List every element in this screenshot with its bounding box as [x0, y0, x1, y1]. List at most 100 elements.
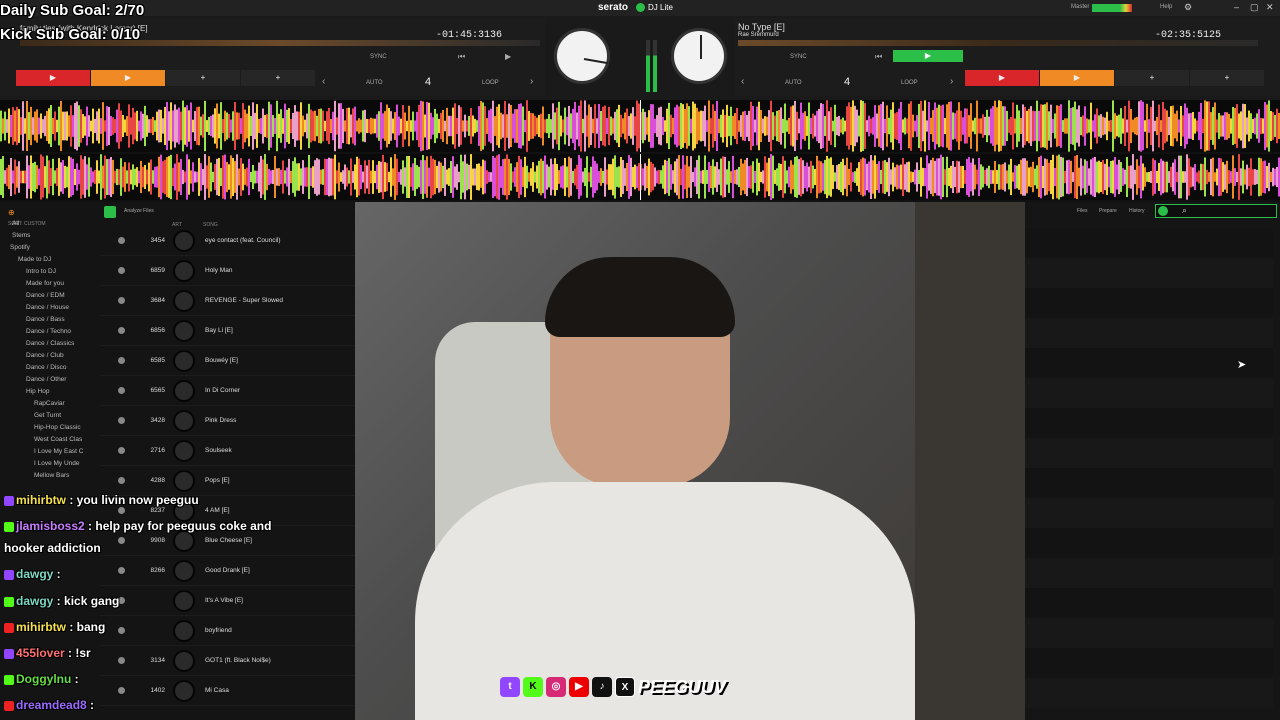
- crate-add-icon[interactable]: ⊕: [8, 208, 15, 217]
- crate-item[interactable]: West Coast Clas: [0, 434, 100, 446]
- crate-item[interactable]: Dance / EDM: [0, 290, 100, 302]
- deck-right-auto-button[interactable]: AUTO: [785, 80, 802, 86]
- waveform-bar: [580, 100, 582, 152]
- waveform-bar: [1264, 160, 1266, 194]
- deck-left-prev-icon[interactable]: ⏮: [458, 52, 465, 62]
- deck-right-loop-button[interactable]: LOOP: [901, 80, 918, 86]
- help-menu[interactable]: Help: [1160, 4, 1172, 10]
- waveform-bar: [1176, 171, 1178, 183]
- waveform-deck-right[interactable]: [0, 154, 1280, 200]
- waveform-bar: [226, 112, 228, 140]
- deck-left-loop-next-icon[interactable]: ›: [530, 76, 533, 87]
- deck-left-cue-pad[interactable]: ▶: [91, 70, 165, 86]
- maximize-icon[interactable]: ▢: [1250, 2, 1259, 13]
- deck-right-play-button[interactable]: ▶: [893, 50, 963, 62]
- table-row[interactable]: It's A Vibe [E]: [100, 586, 355, 616]
- deck-right-sync-button[interactable]: SYNC: [790, 54, 807, 60]
- waveform-bar: [406, 156, 408, 198]
- crate-item[interactable]: Hip-Hop Classic: [0, 422, 100, 434]
- crate-item[interactable]: Spotify: [0, 242, 100, 254]
- deck-right-prev-icon[interactable]: ⏮: [875, 52, 882, 62]
- crate-item[interactable]: All: [0, 218, 100, 230]
- tab-prepare[interactable]: Prepare: [1099, 208, 1117, 214]
- crate-item[interactable]: Dance / Disco: [0, 362, 100, 374]
- crate-item[interactable]: Dance / Club: [0, 350, 100, 362]
- deck-right-loop-prev-icon[interactable]: ‹: [741, 76, 744, 87]
- deck-left-auto-button[interactable]: AUTO: [366, 80, 383, 86]
- list-view-icon[interactable]: [104, 206, 116, 218]
- table-row[interactable]: 3428 Pink Dress: [100, 406, 355, 436]
- table-row[interactable]: 6856 Bay Li [E]: [100, 316, 355, 346]
- waveform-bar: [130, 117, 132, 135]
- waveform-bar: [774, 170, 776, 184]
- table-row[interactable]: 3684 REVENGE - Super Slowed: [100, 286, 355, 316]
- crate-item[interactable]: Hip Hop: [0, 386, 100, 398]
- deck-left-pad-3[interactable]: +: [166, 70, 240, 86]
- deck-right-play-pad[interactable]: ▶: [965, 70, 1039, 86]
- crate-item[interactable]: I Love My East C: [0, 446, 100, 458]
- crate-item[interactable]: Dance / Classics: [0, 338, 100, 350]
- waveform-deck-left[interactable]: [0, 100, 1280, 152]
- tab-files[interactable]: Files: [1077, 208, 1088, 214]
- waveform-bar: [832, 120, 834, 132]
- waveform-bar: [552, 164, 554, 190]
- waveform-bar: [664, 159, 666, 195]
- crate-item[interactable]: Made to DJ: [0, 254, 100, 266]
- crate-item[interactable]: Dance / Bass: [0, 314, 100, 326]
- waveform-bar: [686, 103, 688, 149]
- crate-item[interactable]: Made for you: [0, 278, 100, 290]
- tab-history[interactable]: History: [1129, 208, 1145, 214]
- waveform-bar: [1070, 160, 1072, 194]
- deck-right-overview[interactable]: [738, 40, 1258, 46]
- minimize-icon[interactable]: –: [1234, 2, 1239, 12]
- waveform-bar: [1006, 110, 1008, 142]
- table-row[interactable]: 1402 Mi Casa: [100, 676, 355, 706]
- crate-item[interactable]: RapCaviar: [0, 398, 100, 410]
- close-icon[interactable]: ✕: [1266, 2, 1274, 13]
- deck-right-jog-knob[interactable]: [671, 28, 727, 84]
- waveform-bar: [362, 110, 364, 142]
- deck-left-play-icon[interactable]: ▶: [505, 52, 511, 61]
- crate-item[interactable]: Get Turnt: [0, 410, 100, 422]
- table-row[interactable]: 3454 eye contact (feat. Council): [100, 226, 355, 256]
- crate-item[interactable]: Dance / House: [0, 302, 100, 314]
- waveform-bar: [978, 158, 980, 196]
- crate-item[interactable]: I Love My Unde: [0, 458, 100, 470]
- deck-left-play-pad[interactable]: ▶: [16, 70, 90, 86]
- crate-item[interactable]: Dance / Techno: [0, 326, 100, 338]
- table-row[interactable]: 3134 GOT1 (ft. Black Noi$e): [100, 646, 355, 676]
- deck-right-cue-pad[interactable]: ▶: [1040, 70, 1114, 86]
- deck-right-pad-4[interactable]: +: [1190, 70, 1264, 86]
- waveform-bar: [1056, 155, 1058, 199]
- analyze-files-button[interactable]: Analyze Files: [124, 208, 154, 214]
- table-row[interactable]: 2716 Soulseek: [100, 436, 355, 466]
- table-row[interactable]: 6565 In Di Corner: [100, 376, 355, 406]
- deck-left-jog-knob[interactable]: [554, 28, 610, 84]
- deck-left-sync-button[interactable]: SYNC: [370, 54, 387, 60]
- crate-item[interactable]: Dance / Other: [0, 374, 100, 386]
- deck-right-pad-3[interactable]: +: [1115, 70, 1189, 86]
- waveform-bar: [90, 167, 92, 187]
- table-row[interactable]: boyfriend: [100, 616, 355, 646]
- table-row[interactable]: 4288 Pops [E]: [100, 466, 355, 496]
- row-song: Blue Cheese [E]: [205, 537, 252, 544]
- crate-item[interactable]: Mellow Bars: [0, 470, 100, 482]
- table-row[interactable]: 6859 Holy Man: [100, 256, 355, 286]
- deck-right-loop-next-icon[interactable]: ›: [950, 76, 953, 87]
- table-row[interactable]: 8266 Good Drank [E]: [100, 556, 355, 586]
- waveform-bar: [838, 163, 840, 191]
- search-input[interactable]: ⌕: [1155, 204, 1277, 218]
- waveform-bar: [326, 111, 328, 141]
- table-row[interactable]: 6585 Bouwéy [E]: [100, 346, 355, 376]
- waveform-bar: [706, 120, 708, 132]
- deck-left-pad-4[interactable]: +: [241, 70, 315, 86]
- deck-left-loop-prev-icon[interactable]: ‹: [322, 76, 325, 87]
- deck-left-loop-button[interactable]: LOOP: [482, 80, 499, 86]
- waveform-bar: [598, 103, 600, 149]
- crate-item[interactable]: Stems: [0, 230, 100, 242]
- waveform-bar: [248, 158, 250, 196]
- gear-icon[interactable]: ⚙: [1184, 2, 1192, 13]
- chat-text: kick gang: [64, 594, 120, 608]
- crate-item[interactable]: Intro to DJ: [0, 266, 100, 278]
- waveform-bar: [970, 162, 972, 192]
